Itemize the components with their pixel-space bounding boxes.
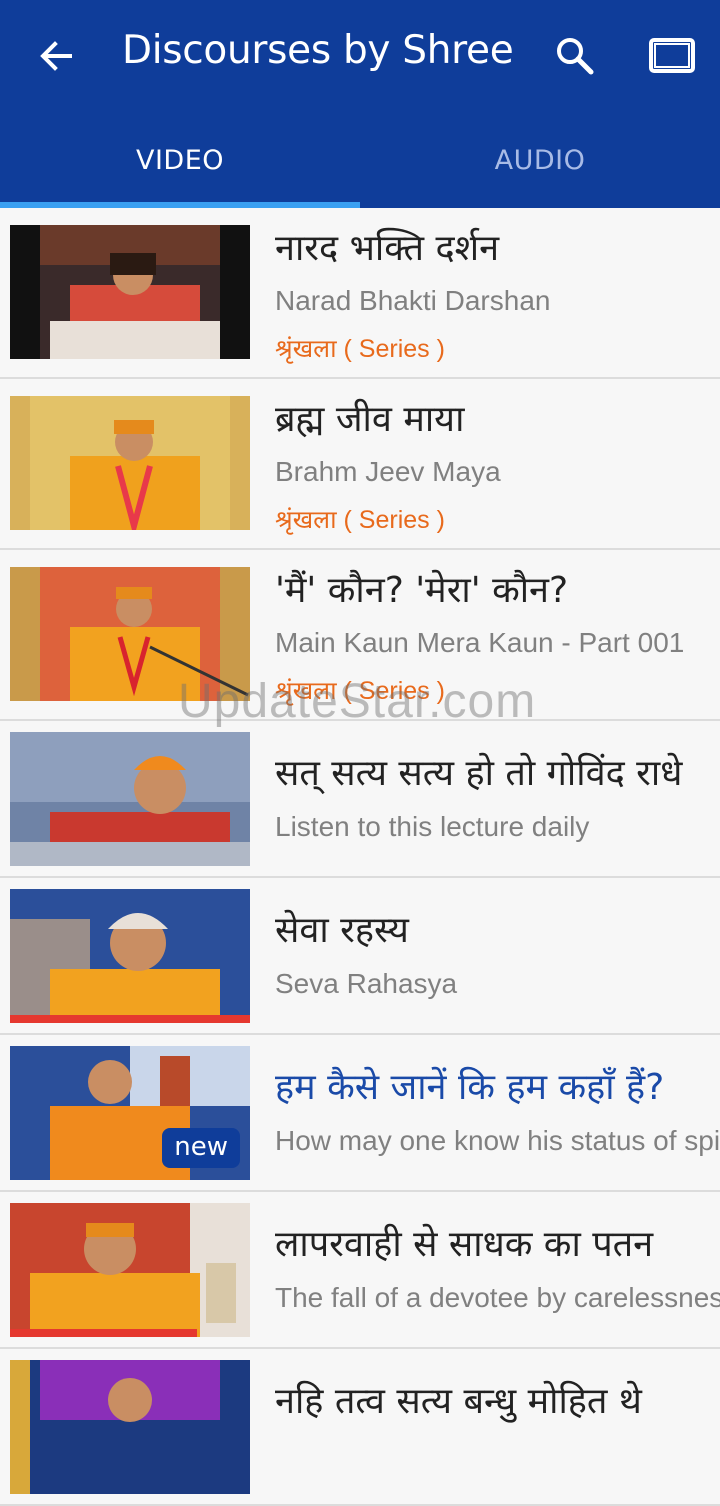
watch-progress-bar bbox=[10, 1329, 198, 1337]
watermark: UpdateStar.com bbox=[178, 675, 537, 728]
video-subtitle: Main Kaun Mera Kaun - Part 001 bbox=[275, 627, 685, 658]
page-title: Discourses by Shree bbox=[122, 28, 514, 73]
video-row[interactable]: नारद भक्ति दर्शन Narad Bhakti Darshan श्… bbox=[0, 208, 720, 379]
video-subtitle: How may one know his status of spiritual… bbox=[275, 1125, 720, 1156]
video-thumbnail[interactable] bbox=[10, 889, 250, 1023]
app-bar: Discourses by Shree VIDEO AUDIO bbox=[0, 0, 720, 208]
video-thumbnail[interactable]: new bbox=[10, 1046, 250, 1180]
video-thumbnail[interactable] bbox=[10, 1360, 250, 1494]
video-title: ब्रह्म जीव माया bbox=[275, 399, 465, 440]
video-row[interactable]: लापरवाही से साधक का पतन The fall of a de… bbox=[0, 1192, 720, 1349]
back-button[interactable] bbox=[24, 24, 88, 88]
video-title: 'मैं' कौन? 'मेरा' कौन? bbox=[275, 570, 569, 611]
video-subtitle: Narad Bhakti Darshan bbox=[275, 285, 551, 316]
search-icon bbox=[557, 38, 594, 75]
screen-icon bbox=[649, 38, 695, 73]
tab-bar: VIDEO AUDIO bbox=[0, 112, 720, 208]
video-thumbnail[interactable] bbox=[10, 225, 250, 359]
video-title: नहि तत्व सत्य बन्धु मोहित थे bbox=[275, 1381, 642, 1422]
video-title: सत् सत्य सत्य हो तो गोविंद राधे bbox=[275, 753, 683, 794]
tab-video[interactable]: VIDEO bbox=[0, 112, 360, 208]
video-subtitle: Seva Rahasya bbox=[275, 968, 458, 999]
tab-audio[interactable]: AUDIO bbox=[360, 112, 720, 208]
series-label: श्रृंखला ( Series ) bbox=[275, 335, 445, 363]
video-thumbnail[interactable] bbox=[10, 396, 250, 530]
video-thumbnail[interactable] bbox=[10, 732, 250, 866]
video-row[interactable]: ब्रह्म जीव माया Brahm Jeev Maya श्रृंखला… bbox=[0, 379, 720, 550]
video-row[interactable]: सत् सत्य सत्य हो तो गोविंद राधे Listen t… bbox=[0, 721, 720, 878]
video-title: लापरवाही से साधक का पतन bbox=[275, 1224, 654, 1265]
video-title: सेवा रहस्य bbox=[275, 910, 409, 951]
watch-progress-bar bbox=[10, 1015, 250, 1023]
search-button[interactable] bbox=[543, 24, 607, 88]
video-row[interactable]: सेवा रहस्य Seva Rahasya bbox=[0, 878, 720, 1035]
video-row[interactable]: new हम कैसे जानें कि हम कहाँ हैं? How ma… bbox=[0, 1035, 720, 1192]
toolbar: Discourses by Shree bbox=[0, 0, 720, 112]
video-subtitle: The fall of a devotee by carelessness bbox=[275, 1282, 720, 1313]
video-subtitle: Listen to this lecture daily bbox=[275, 811, 590, 842]
screen-button[interactable] bbox=[640, 24, 704, 88]
video-subtitle: Brahm Jeev Maya bbox=[275, 456, 501, 487]
video-row[interactable]: नहि तत्व सत्य बन्धु मोहित थे bbox=[0, 1349, 720, 1506]
arrow-left-icon bbox=[40, 41, 72, 71]
new-badge: new bbox=[162, 1128, 240, 1168]
series-label: श्रृंखला ( Series ) bbox=[275, 506, 445, 534]
video-title: हम कैसे जानें कि हम कहाँ हैं? bbox=[275, 1067, 665, 1108]
video-thumbnail[interactable] bbox=[10, 1203, 250, 1337]
video-title: नारद भक्ति दर्शन bbox=[275, 228, 500, 269]
